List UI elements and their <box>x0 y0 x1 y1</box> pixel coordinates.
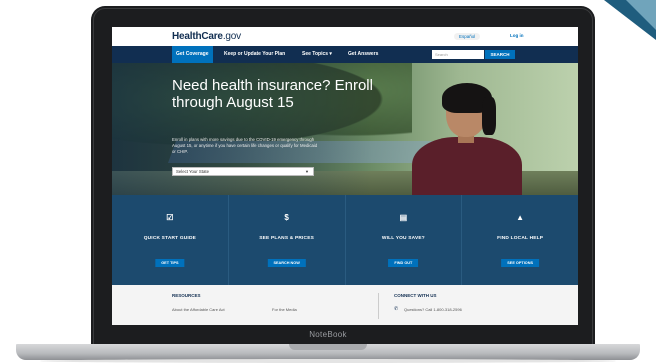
card-title: FIND LOCAL HELP <box>497 236 544 241</box>
card-see-plans-prices: $ SEE PLANS & PRICES SEARCH NOW <box>229 195 346 285</box>
card-title: QUICK START GUIDE <box>143 236 197 241</box>
dollar-icon: $ <box>284 213 289 222</box>
card-find-local-help: ▲ FIND LOCAL HELP SEE OPTIONS <box>462 195 578 285</box>
hero-title: Need health insurance? Enroll through Au… <box>172 77 373 111</box>
site-header: HealthCare.gov Español Log in <box>112 27 578 46</box>
find-out-button[interactable]: FIND OUT <box>388 259 419 267</box>
site-footer: RESOURCES About the Affordable Care Act … <box>112 285 578 325</box>
chevron-down-icon: ▼ <box>305 169 309 174</box>
nav-get-coverage[interactable]: Get Coverage <box>172 46 213 63</box>
calculator-icon: ▤ <box>399 213 408 222</box>
footer-connect-title: CONNECT WITH US <box>394 293 437 298</box>
nav-keep-update-plan[interactable]: Keep or Update Your Plan <box>220 46 289 63</box>
phone-icon: ✆ <box>394 306 399 312</box>
product-mockup: HealthCare.gov Español Log in Get Covera… <box>0 0 656 364</box>
footer-divider <box>378 293 379 319</box>
device-label: NoteBook <box>309 330 347 339</box>
laptop-screen: HealthCare.gov Español Log in Get Covera… <box>112 27 578 325</box>
footer-phone[interactable]: Questions? Call 1-800-318-2596 <box>404 307 462 312</box>
state-select[interactable]: Select Your State ▼ <box>172 167 314 176</box>
search-now-button[interactable]: SEARCH NOW <box>267 259 306 267</box>
road-icon: ▲ <box>516 213 525 222</box>
see-options-button[interactable]: SEE OPTIONS <box>501 259 539 267</box>
nav-see-topics[interactable]: See Topics ▾ <box>298 46 336 63</box>
language-toggle[interactable]: Español <box>454 33 481 40</box>
card-title: WILL YOU SAVE? <box>381 236 425 241</box>
footer-resources-title: RESOURCES <box>172 293 201 298</box>
get-tips-button[interactable]: GET TIPS <box>155 259 185 267</box>
action-cards: ☑ QUICK START GUIDE GET TIPS $ SEE PLANS… <box>112 195 578 285</box>
nav-get-answers[interactable]: Get Answers <box>344 46 382 63</box>
search-button[interactable]: SEARCH <box>485 50 515 59</box>
card-will-you-save: ▤ WILL YOU SAVE? FIND OUT <box>346 195 463 285</box>
footer-link-aca[interactable]: About the Affordable Care Act <box>172 307 225 312</box>
hero-person-photo <box>402 83 532 195</box>
laptop-base-notch <box>289 344 367 350</box>
login-link[interactable]: Log in <box>510 33 524 38</box>
hero-banner: Need health insurance? Enroll through Au… <box>112 63 578 195</box>
site-logo[interactable]: HealthCare.gov <box>172 31 241 42</box>
card-title: SEE PLANS & PRICES <box>259 236 315 241</box>
checklist-icon: ☑ <box>166 213 174 222</box>
hero-text: Enroll in plans with more savings due to… <box>172 137 318 154</box>
main-nav: Get Coverage Keep or Update Your Plan Se… <box>112 46 578 63</box>
card-quick-start-guide: ☑ QUICK START GUIDE GET TIPS <box>112 195 229 285</box>
footer-link-media[interactable]: For the Media <box>272 307 297 312</box>
search-input[interactable]: Search <box>432 50 484 59</box>
laptop-shadow <box>40 359 616 363</box>
